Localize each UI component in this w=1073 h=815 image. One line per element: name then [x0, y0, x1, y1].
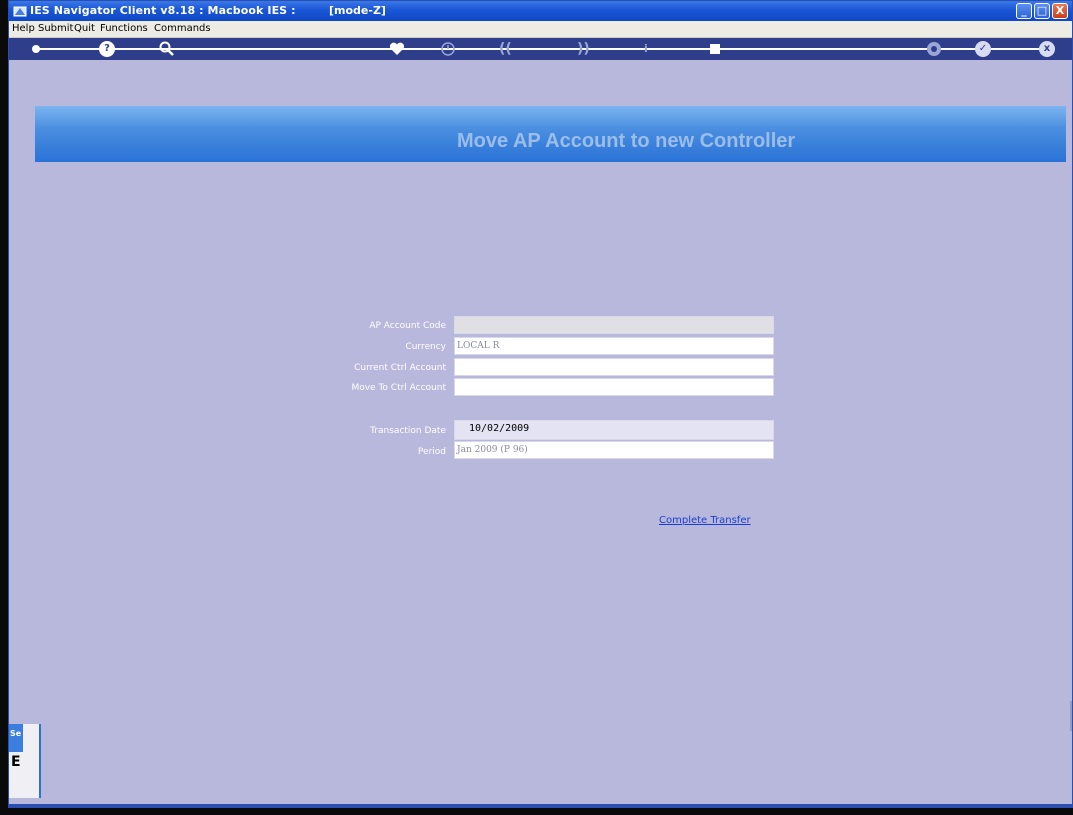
complete-transfer-link[interactable]: Complete Transfer	[659, 515, 751, 526]
maximize-icon: □	[1036, 4, 1048, 17]
key-icon[interactable]	[31, 43, 57, 55]
heart-icon[interactable]	[389, 42, 405, 56]
minimize-button[interactable]: _	[1016, 3, 1032, 19]
menu-help[interactable]: Help	[12, 23, 35, 34]
close-icon: X	[1055, 4, 1065, 17]
close-button[interactable]: X	[1052, 3, 1068, 19]
currency-field[interactable]: LOCAL R	[454, 337, 774, 355]
ap-account-code-field[interactable]	[454, 316, 774, 334]
ap-account-code-label: AP Account Code	[369, 321, 446, 331]
transaction-date-field[interactable]: 10/02/2009	[454, 420, 774, 440]
bottom-border	[9, 804, 1072, 807]
check-icon[interactable]: ✓	[975, 41, 991, 57]
app-window: IES Navigator Client v8.18 : Macbook IES…	[8, 0, 1073, 808]
help-icon[interactable]: ?	[99, 41, 115, 57]
transaction-date-label: Transaction Date	[370, 426, 446, 436]
menu-commands[interactable]: Commands	[154, 23, 211, 34]
info-icon[interactable]: i	[644, 39, 648, 59]
page-header: Move AP Account to new Controller	[35, 106, 1066, 162]
currency-label: Currency	[405, 342, 446, 352]
window-mode: [mode-Z]	[329, 4, 386, 17]
toolbar-rule	[49, 48, 1052, 50]
menu-bar: Help Submit Quit Functions Commands	[9, 21, 1072, 38]
close-toolbar-icon[interactable]: x	[1039, 41, 1055, 57]
title-bar[interactable]: IES Navigator Client v8.18 : Macbook IES…	[9, 1, 1072, 21]
current-ctrl-account-field[interactable]	[454, 358, 774, 376]
menu-submit[interactable]: Submit	[38, 23, 73, 34]
toolbar: ? (( )) i ✓ x	[9, 38, 1072, 60]
menu-quit[interactable]: Quit	[74, 23, 95, 34]
side-panel: Se E	[9, 724, 41, 798]
stop-icon[interactable]	[709, 43, 721, 55]
period-label: Period	[417, 447, 446, 457]
move-to-ctrl-account-label: Move To Ctrl Account	[351, 383, 446, 393]
minimize-icon: _	[1021, 4, 1027, 17]
maximize-button[interactable]: □	[1034, 3, 1050, 19]
rewind-icon[interactable]: ((	[499, 39, 512, 59]
side-panel-glyph: E	[11, 754, 21, 770]
page-title: Move AP Account to new Controller	[457, 130, 796, 152]
move-to-ctrl-account-field[interactable]	[454, 378, 774, 396]
scrollbar-edge[interactable]	[1070, 701, 1072, 731]
forward-icon[interactable]: ))	[577, 39, 590, 59]
side-panel-tab[interactable]: Se	[9, 724, 23, 752]
menu-functions[interactable]: Functions	[100, 23, 148, 34]
settings-icon[interactable]	[926, 41, 942, 57]
search-icon[interactable]	[159, 41, 175, 57]
clock-icon[interactable]	[441, 42, 455, 56]
current-ctrl-account-label: Current Ctrl Account	[354, 363, 446, 373]
app-icon	[13, 6, 27, 17]
period-field[interactable]: Jan 2009 (P 96)	[454, 441, 774, 459]
window-title: IES Navigator Client v8.18 : Macbook IES…	[30, 4, 296, 17]
